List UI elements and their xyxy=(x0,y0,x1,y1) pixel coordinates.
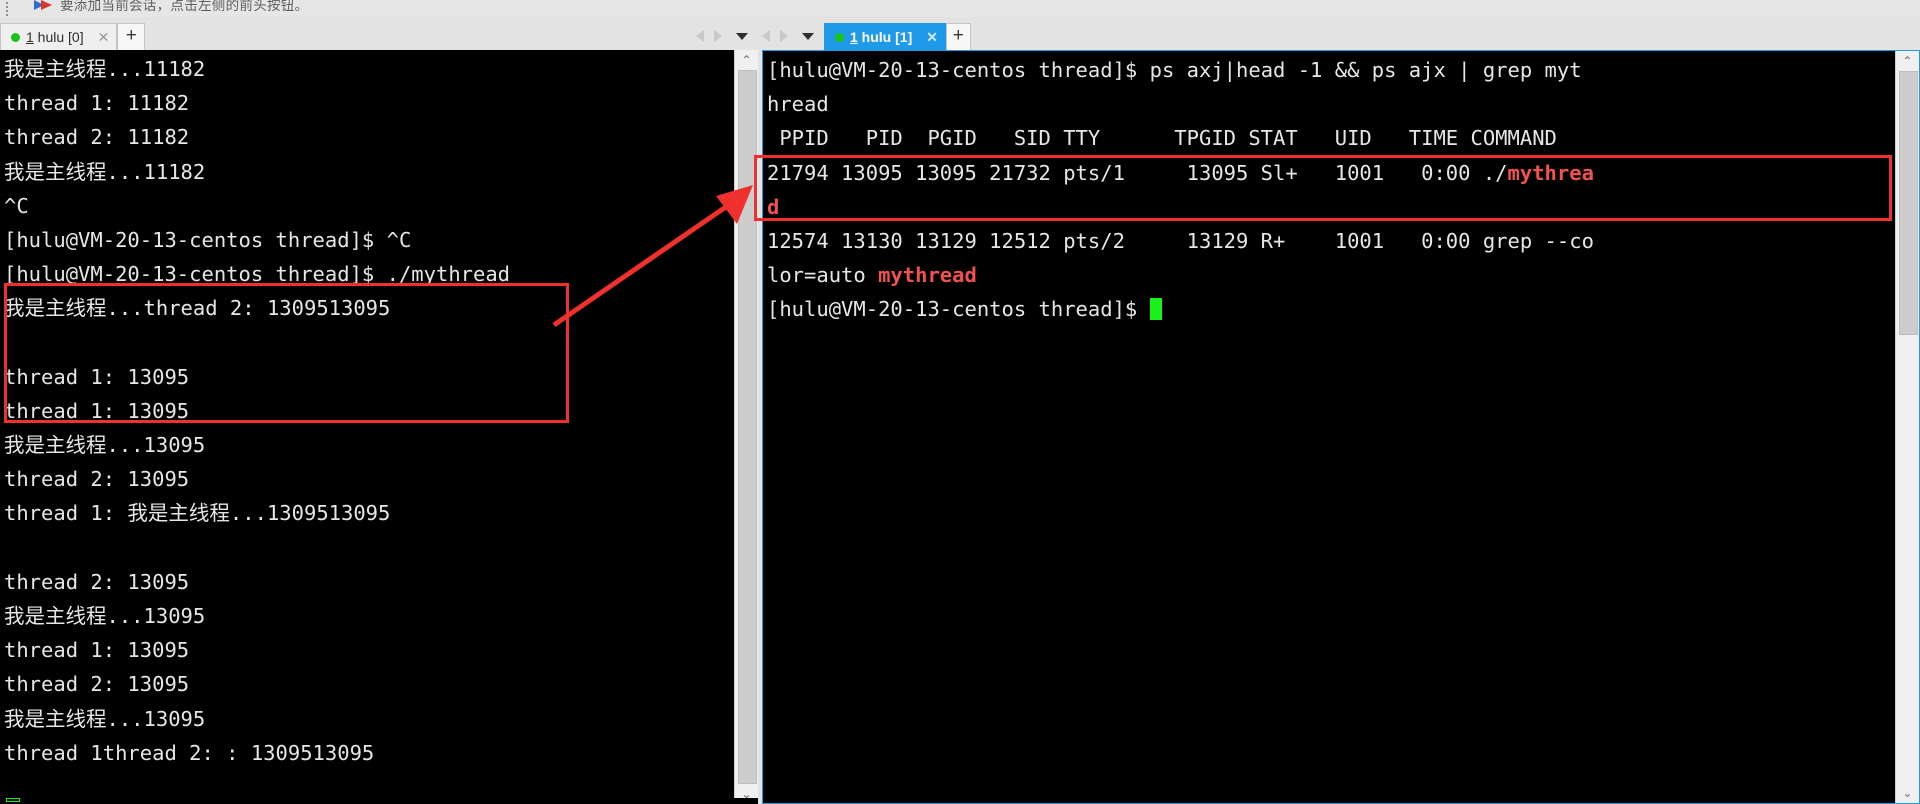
connected-dot-icon xyxy=(11,32,20,42)
chevron-right-icon[interactable] xyxy=(714,30,722,42)
terminal-line: thread 1: 13095 xyxy=(4,398,190,423)
right-tab-label: 1 hulu [1] xyxy=(850,29,912,45)
terminal-line: [hulu@VM-20-13-centos thread]$ xyxy=(767,292,1895,326)
terminal-line: thread 2: 13095 xyxy=(4,467,190,492)
right-tab-hulu-1[interactable]: 1 hulu [1] ✕ xyxy=(824,23,946,50)
terminal-line: thread 2: 11182 xyxy=(4,125,190,150)
terminal-line: thread 2: 13095 xyxy=(4,569,190,594)
ps-row-text: 21794 13095 13095 21732 pts/1 13095 Sl+ … xyxy=(767,160,1508,185)
xshell-logo-icon xyxy=(34,0,54,11)
right-terminal-scrollbar[interactable]: ⌃ ⌄ xyxy=(1895,51,1919,803)
scroll-thumb[interactable] xyxy=(1899,71,1918,335)
terminal-line: thread 1: 11182 xyxy=(4,91,190,116)
grep-match: d xyxy=(767,194,780,219)
right-tab-accel: 1 xyxy=(850,29,858,45)
left-tab-title: hulu [0] xyxy=(33,29,84,45)
ps-row-text: 12574 13130 13129 12512 pts/2 13129 R+ 1… xyxy=(767,228,1594,253)
terminal-line: 我是主线程...thread 2: 1309513095 xyxy=(4,296,391,321)
left-tab-accel: 1 xyxy=(26,29,34,45)
left-terminal-panel: 1 hulu [0] ✕ + 我是主线程...11182 thread 1: 11… xyxy=(0,17,758,804)
terminal-line: thread 1thread 2: : 1309513095 xyxy=(4,740,375,765)
terminal-line: 我是主线程...13095 xyxy=(4,433,206,458)
shell-command: ps axj|head -1 && ps ajx | grep myt xyxy=(1149,58,1582,82)
left-tab-nav xyxy=(696,23,758,50)
grep-match: mythread xyxy=(878,263,977,288)
grep-match: mythrea xyxy=(1507,160,1594,185)
right-terminal-output[interactable]: [hulu@VM-20-13-centos thread]$ ps axj|he… xyxy=(763,51,1895,803)
terminal-line: 我是主线程...13095 xyxy=(4,604,206,628)
close-icon[interactable]: ✕ xyxy=(98,30,110,44)
chevron-down-icon[interactable] xyxy=(802,32,814,40)
chevron-down-icon[interactable] xyxy=(736,32,748,40)
terminal-line: [hulu@VM-20-13-centos thread]$ ./mythrea… xyxy=(4,262,511,287)
close-icon[interactable]: ✕ xyxy=(926,30,938,44)
left-new-tab-button[interactable]: + xyxy=(117,23,146,50)
left-terminal-output[interactable]: 我是主线程...11182 thread 1: 11182 thread 2: 11… xyxy=(0,50,734,804)
left-terminal-bottom-strip xyxy=(0,798,758,804)
terminal-line: 我是主线程...11182 xyxy=(4,159,206,184)
left-terminal-wrap: 我是主线程...11182 thread 1: 11182 thread 2: 11… xyxy=(0,50,758,804)
left-tab-hulu-0[interactable]: 1 hulu [0] ✕ xyxy=(0,23,118,50)
chevron-left-icon[interactable] xyxy=(762,30,770,42)
terminal-line: PPID PID PGID SID TTY TPGID STAT UID TIM… xyxy=(767,121,1895,155)
ps-process-row: 12574 13130 13129 12512 pts/2 13129 R+ 1… xyxy=(767,224,1895,258)
scroll-thumb[interactable] xyxy=(738,70,757,784)
right-tab-nav xyxy=(762,23,824,50)
scroll-up-icon[interactable]: ⌃ xyxy=(735,50,758,70)
session-hint-bar: 要添加当前会话，点击左侧的前头按钮。 xyxy=(0,0,1920,17)
session-hint-text: 要添加当前会话，点击左侧的前头按钮。 xyxy=(60,0,309,13)
left-tabbar: 1 hulu [0] ✕ + xyxy=(0,17,758,50)
right-terminal-wrap: [hulu@VM-20-13-centos thread]$ ps axj|he… xyxy=(762,50,1920,804)
terminal-line: thread 1: 13095 xyxy=(4,364,190,389)
left-tab-label: 1 hulu [0] xyxy=(26,29,84,45)
right-tabbar: 1 hulu [1] ✕ + xyxy=(762,17,1920,50)
right-terminal-panel: 1 hulu [1] ✕ + [hulu@VM-20-13-centos thr… xyxy=(762,17,1920,804)
block-cursor-icon xyxy=(1149,298,1162,321)
app-window: 要添加当前会话，点击左侧的前头按钮。 1 hulu [0] ✕ + 我是主线程.… xyxy=(0,0,1920,804)
ps-process-row-wrap: lor=auto mythread xyxy=(767,258,1895,292)
terminal-line: [hulu@VM-20-13-centos thread]$ ps axj|he… xyxy=(767,53,1895,87)
terminal-line: 我是主线程...13095 xyxy=(4,706,206,731)
ps-process-row: 21794 13095 13095 21732 pts/1 13095 Sl+ … xyxy=(767,156,1895,190)
terminal-line: thread 2: 13095 xyxy=(4,672,190,697)
terminal-line: ^C xyxy=(4,193,29,218)
ps-process-row-wrap: d xyxy=(767,190,1895,224)
right-tab-title: hulu [1] xyxy=(857,29,913,45)
chevron-right-icon[interactable] xyxy=(780,30,788,42)
ps-header-row: PPID PID PGID SID TTY TPGID STAT UID TIM… xyxy=(767,126,1557,151)
shell-prompt: [hulu@VM-20-13-centos thread]$ xyxy=(767,58,1150,82)
shell-prompt: [hulu@VM-20-13-centos thread]$ xyxy=(767,297,1150,322)
ps-row-text: lor=auto xyxy=(767,263,879,288)
right-new-tab-button[interactable]: + xyxy=(945,23,971,50)
left-terminal-scrollbar[interactable]: ⌃ ⌄ xyxy=(734,50,758,804)
terminal-line: hread xyxy=(767,87,1895,121)
chevron-left-icon[interactable] xyxy=(696,30,704,42)
terminal-line: thread 1: 13095 xyxy=(4,638,190,663)
terminal-line: [hulu@VM-20-13-centos thread]$ ^C xyxy=(4,227,412,252)
terminal-line: 我是主线程...11182 xyxy=(4,57,206,81)
scroll-down-icon[interactable]: ⌄ xyxy=(1896,783,1919,803)
connected-dot-icon xyxy=(835,32,844,42)
shell-command-wrap: hread xyxy=(767,92,829,117)
terminal-line: thread 1: 我是主线程...1309513095 xyxy=(4,501,391,526)
drag-grip-icon xyxy=(6,0,10,17)
block-cursor-icon xyxy=(6,798,20,802)
scroll-up-icon[interactable]: ⌃ xyxy=(1896,51,1919,71)
